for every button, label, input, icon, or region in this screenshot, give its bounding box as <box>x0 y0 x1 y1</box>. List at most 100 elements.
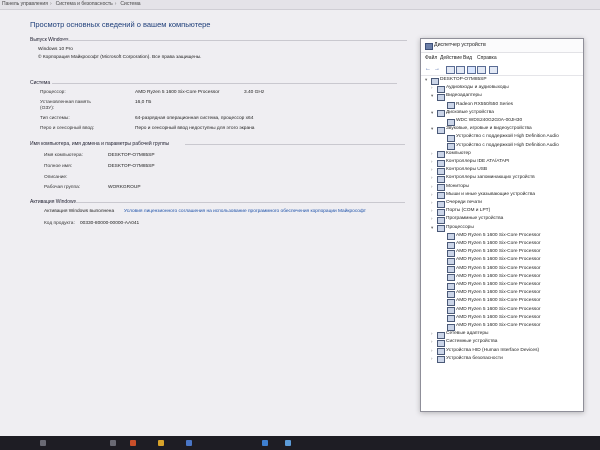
chevron-right-icon[interactable]: › <box>431 150 436 158</box>
tree-item-label: Порты (COM и LPT) <box>446 208 491 214</box>
tree-item[interactable]: Radeon RX550/550 Series <box>441 101 579 110</box>
divider <box>185 144 405 145</box>
chevron-right-icon[interactable]: › <box>431 338 436 346</box>
tree-item-label: AMD Ryzen 5 1600 Six-Core Processor <box>456 265 541 271</box>
start-icon[interactable] <box>40 440 46 446</box>
tree-item[interactable]: AMD Ryzen 5 1600 Six-Core Processor <box>441 306 579 315</box>
breadcrumb-item[interactable]: Система и безопасность <box>56 1 113 7</box>
app-icon[interactable] <box>262 440 268 446</box>
tree-item[interactable]: AMD Ryzen 5 1600 Six-Core Processor <box>441 265 579 274</box>
tree-item[interactable]: ▾ DESKTOP-O7M85SP <box>425 76 579 85</box>
computer-name-label: Имя компьютера: <box>44 153 83 158</box>
device-icon[interactable] <box>489 66 498 74</box>
tree-item-label: Видеоадаптеры <box>446 93 482 99</box>
tree-item[interactable]: › Контроллеры IDE ATA/ATAPI <box>431 158 579 167</box>
tree-item[interactable]: › Программные устройства <box>431 215 579 224</box>
forward-arrow-icon[interactable]: → <box>433 66 441 73</box>
tree-item[interactable]: ▾ Процессоры <box>431 224 579 233</box>
tree-item[interactable]: WDC WDS240G2G0A-00JH30 <box>441 117 579 126</box>
tree-item[interactable]: AMD Ryzen 5 1600 Six-Core Processor <box>441 273 579 282</box>
tree-item[interactable]: ▾ Звуковые, игровые и видеоустройства <box>431 125 579 134</box>
taskbar <box>0 436 600 450</box>
tree-item[interactable]: Устройство с поддержкой High Definition … <box>441 133 579 142</box>
help-icon[interactable] <box>467 66 476 74</box>
toolbar: ← → <box>421 64 583 76</box>
chevron-right-icon[interactable]: › <box>431 183 436 191</box>
computer-section-title: Имя компьютера, имя домена и параметры р… <box>30 141 170 147</box>
processor-label: Процессор: <box>40 90 66 95</box>
tree-item-label: Radeon RX550/550 Series <box>456 101 514 107</box>
tree-item[interactable]: › Компьютер <box>431 150 579 159</box>
tree-item[interactable]: › Сетевые адаптеры <box>431 330 579 339</box>
tree-item[interactable]: › Аудиовходы и аудиовыходы <box>431 84 579 93</box>
menu-action[interactable]: Действие <box>440 53 462 63</box>
properties-icon[interactable] <box>446 66 455 74</box>
tree-item[interactable]: AMD Ryzen 5 1600 Six-Core Processor <box>441 240 579 249</box>
tree-item[interactable]: AMD Ryzen 5 1600 Six-Core Processor <box>441 322 579 331</box>
chevron-down-icon[interactable]: ▾ <box>431 92 436 100</box>
device-manager-window[interactable]: Диспетчер устройств Файл Действие Вид Сп… <box>420 38 584 412</box>
tree-item[interactable]: › Мыши и иные указывающие устройства <box>431 191 579 200</box>
chevron-right-icon[interactable]: › <box>431 174 436 182</box>
chevron-right-icon[interactable]: › <box>431 330 436 338</box>
chevron-right-icon[interactable]: › <box>431 158 436 166</box>
app-icon[interactable] <box>130 440 136 446</box>
computer-name-value: DESKTOP-O7M85SP <box>108 153 155 158</box>
tree-item[interactable]: AMD Ryzen 5 1600 Six-Core Processor <box>441 232 579 241</box>
chevron-down-icon[interactable]: ▾ <box>431 125 436 133</box>
tree-item[interactable]: AMD Ryzen 5 1600 Six-Core Processor <box>441 256 579 265</box>
app-icon[interactable] <box>186 440 192 446</box>
chevron-right-icon[interactable]: › <box>431 355 436 363</box>
search-icon[interactable] <box>110 440 116 446</box>
chevron-down-icon[interactable]: ▾ <box>431 224 436 232</box>
back-arrow-icon[interactable]: ← <box>424 66 432 73</box>
tree-item[interactable]: › Мониторы <box>431 183 579 192</box>
tree-item[interactable]: AMD Ryzen 5 1600 Six-Core Processor <box>441 314 579 323</box>
tree-item[interactable]: › Системные устройства <box>431 338 579 347</box>
chevron-right-icon[interactable]: › <box>431 166 436 174</box>
system-section-title: Система <box>30 80 51 86</box>
tree-item-label: AMD Ryzen 5 1600 Six-Core Processor <box>456 273 541 279</box>
tree-item-label: AMD Ryzen 5 1600 Six-Core Processor <box>456 298 541 304</box>
tree-item[interactable]: › Устройства HID (Human Interface Devices… <box>431 347 579 356</box>
breadcrumb-item[interactable]: Система <box>120 1 140 7</box>
tree-item[interactable]: ▾ Видеоадаптеры <box>431 92 579 101</box>
app-icon[interactable] <box>285 440 291 446</box>
tree-item-label: Контроллеры запоминающих устройств <box>446 175 535 181</box>
breadcrumb-item[interactable]: Панель управления <box>2 1 48 7</box>
workgroup-value: WORKGROUP <box>108 185 141 190</box>
tree-item[interactable]: ▾ Дисковые устройства <box>431 109 579 118</box>
chevron-down-icon[interactable]: ▾ <box>431 109 436 117</box>
chevron-right-icon[interactable]: › <box>431 347 436 355</box>
scan-hardware-icon[interactable] <box>477 66 486 74</box>
tree-item[interactable]: Устройство с поддержкой High Definition … <box>441 142 579 151</box>
menu-view[interactable]: Вид <box>463 53 472 63</box>
tree-item[interactable]: AMD Ryzen 5 1600 Six-Core Processor <box>441 289 579 298</box>
tree-item[interactable]: AMD Ryzen 5 1600 Six-Core Processor <box>441 248 579 257</box>
tree-item[interactable]: AMD Ryzen 5 1600 Six-Core Processor <box>441 297 579 306</box>
chevron-right-icon[interactable]: › <box>431 84 436 92</box>
description-label: Описание: <box>44 175 68 180</box>
menu-file[interactable]: Файл <box>425 53 437 63</box>
tree-item-label: Системные устройства <box>446 339 498 345</box>
tree-item[interactable]: › Очереди печати <box>431 199 579 208</box>
tree-item-label: AMD Ryzen 5 1600 Six-Core Processor <box>456 241 541 246</box>
tree-item[interactable]: › Устройства безопасности <box>431 355 579 364</box>
chevron-right-icon[interactable]: › <box>431 191 436 199</box>
chevron-right-icon[interactable]: › <box>431 215 436 223</box>
file-explorer-icon[interactable] <box>158 440 164 446</box>
device-manager-titlebar[interactable]: Диспетчер устройств <box>421 39 583 53</box>
license-terms-link[interactable]: Условия лицензионного соглашения на испо… <box>124 209 366 214</box>
activation-section-title: Активация Windows <box>30 199 77 205</box>
tree-item[interactable]: AMD Ryzen 5 1600 Six-Core Processor <box>441 281 579 290</box>
chevron-right-icon[interactable]: › <box>431 199 436 207</box>
tree-item[interactable]: › Порты (COM и LPT) <box>431 207 579 216</box>
tree-item-label: DESKTOP-O7M85SP <box>440 77 487 82</box>
tree-item[interactable]: › Контроллеры USB <box>431 166 579 175</box>
chevron-down-icon[interactable]: ▾ <box>425 76 430 84</box>
tree-item[interactable]: › Контроллеры запоминающих устройств <box>431 174 579 183</box>
view-icon[interactable] <box>456 66 465 74</box>
menu-help[interactable]: Справка <box>477 53 497 63</box>
windows-edition: Windows 10 Pro <box>38 47 73 52</box>
chevron-right-icon[interactable]: › <box>431 207 436 215</box>
